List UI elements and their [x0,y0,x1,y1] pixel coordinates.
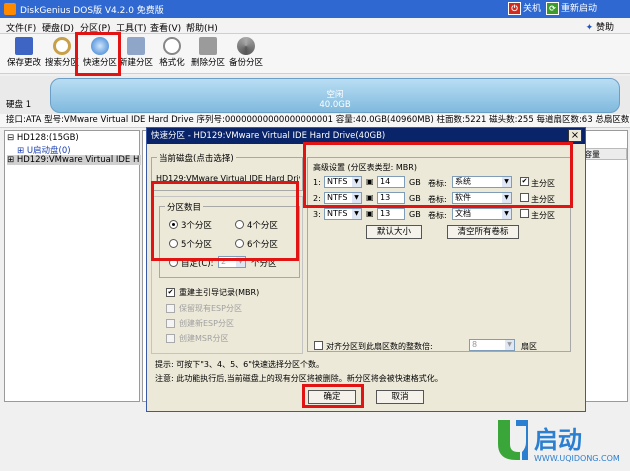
logo-brand: 启动 [534,426,582,454]
chevron-down-icon: ▼ [502,209,511,219]
new-partition-icon [127,37,145,55]
uqidong-logo: 启动 WWW.UQIDONG.COM [492,412,626,468]
free-space-label: 空闲 [326,90,344,100]
row3-primary-checkbox[interactable] [520,209,529,218]
save-changes-button[interactable]: 保存更改 [4,36,44,72]
disk-map: 硬盘 1 空闲 40.0GB [0,76,630,114]
tip-text: 提示: 可按下"3、4、5、6"快速选择分区个数。 [155,360,324,369]
chevron-down-icon: ▼ [505,340,514,350]
sponsor-link[interactable]: ✦ 赞助 [586,20,614,33]
new-partition-button[interactable]: 新建分区 [116,36,156,72]
power-icon: ⏻ [508,2,521,15]
save-icon [15,37,33,55]
chevron-down-icon: ▼ [352,209,361,219]
menu-view[interactable]: 查看(V) [150,21,181,34]
logo-url: WWW.UQIDONG.COM [534,454,620,463]
menu-file[interactable]: 文件(F) [6,21,36,34]
restart-icon: ⟳ [546,2,559,15]
disk-tree: ⊟ HD128:(15GB) ⊞ U启动盘(0) ⊞ HD129:VMware … [4,130,141,402]
dialog-close-button[interactable]: × [568,129,582,142]
note-text: 注意: 此功能执行后,当前磁盘上的现有分区将被删除。新分区将会被快速格式化。 [155,374,443,383]
align-combo[interactable]: 8 ▼ [469,339,515,351]
current-disk-label: 当前磁盘(点击选择) [157,152,236,164]
backup-partition-button[interactable]: 备份分区 [226,36,266,72]
delete-partition-button[interactable]: 删除分区 [188,36,228,72]
app-icon [4,3,16,15]
menu-disk[interactable]: 硬盘(D) [42,21,74,34]
format-button[interactable]: 格式化 [152,36,192,72]
highlight-quick-partition [75,32,121,76]
disk-graphic[interactable]: 空闲 40.0GB [50,78,620,113]
row3-primary-label: 主分区 [531,211,555,220]
row3-volume-label-text: 卷标: [428,211,447,220]
row3-size-input[interactable]: 13 [377,208,405,220]
highlight-partition-count [151,181,299,261]
row3-filesystem-combo[interactable]: NTFS ▼ [324,208,362,220]
shutdown-button[interactable]: ⏻ 关机 [508,2,541,16]
reboot-button[interactable]: ⟳ 重新启动 [546,2,597,16]
row3-number: 3: [313,210,321,219]
row3-size-icon: ▣ [366,209,374,218]
align-label: 对齐分区到此扇区数的整数倍: [326,342,433,351]
sponsor-icon: ✦ [585,23,594,33]
row3-volume-combo[interactable]: 文档 ▼ [452,208,512,220]
align-checkbox[interactable] [314,341,323,350]
cancel-button[interactable]: 取消 [376,390,424,404]
tree-item-hd129[interactable]: ⊞ HD129:VMware Virtual IDE H [7,155,141,165]
disk-label: 硬盘 1 [6,100,32,110]
highlight-advanced [303,142,573,208]
clear-labels-button[interactable]: 清空所有卷标 [447,225,519,239]
disk-info: 接口:ATA 型号:VMware Virtual IDE Hard Drive … [0,114,630,128]
default-size-button[interactable]: 默认大小 [366,225,422,239]
free-space-size: 40.0GB [319,100,351,110]
tree-item-hd128[interactable]: ⊟ HD128:(15GB) [7,133,79,143]
format-icon [163,37,181,55]
row3-unit: GB [409,210,421,219]
menu-help[interactable]: 帮助(H) [186,21,218,34]
backup-icon [237,37,255,55]
highlight-ok [302,384,364,408]
app-title: DiskGenius DOS版 V4.2.0 免费版 [20,6,164,16]
app-titlebar: DiskGenius DOS版 V4.2.0 免费版 ⏻ 关机 ⟳ 重新启动 [0,0,630,18]
trash-icon [199,37,217,55]
align-unit: 扇区 [521,342,537,351]
search-icon [53,37,71,55]
